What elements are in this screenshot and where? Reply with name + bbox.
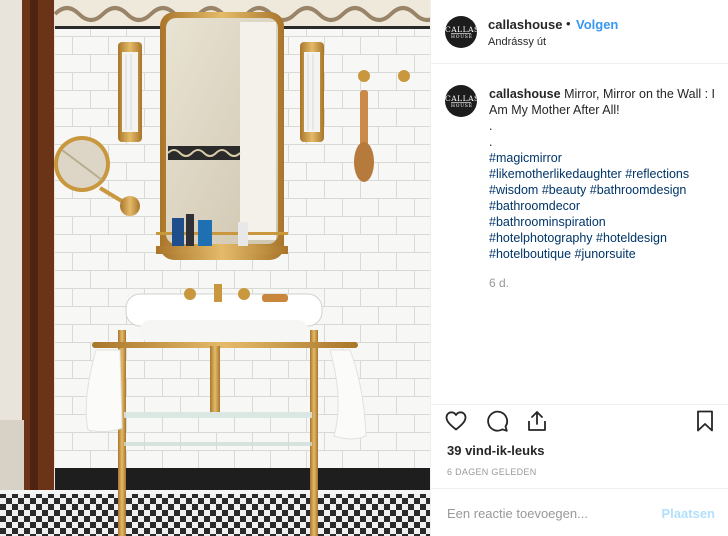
bathroom-photo [0, 0, 430, 536]
caption-timestamp[interactable]: 6 d. [489, 276, 509, 290]
hashtag-link[interactable]: #reflections [625, 167, 689, 181]
caption-dot-2: . [489, 135, 493, 149]
caption-dot-1: . [489, 119, 493, 133]
bookmark-icon[interactable] [693, 409, 717, 433]
header-separator: • [566, 16, 571, 31]
hashtag-link[interactable]: #junorsuite [575, 247, 636, 261]
post-sidebar: CALLAS HOUSE callashouse • Volgen András… [430, 0, 728, 536]
location-link[interactable]: Andrássy út [488, 36, 546, 48]
sconce-right [300, 42, 324, 142]
caption-area: CALLAS HOUSE callashouse Mirror, Mirror … [431, 64, 728, 404]
hashtag-link[interactable]: #beauty [542, 183, 586, 197]
post-comment-button[interactable]: Plaatsen [662, 506, 715, 521]
hashtag-link[interactable]: #hotelphotography [489, 231, 593, 245]
caption-username-link[interactable]: callashouse [489, 87, 561, 101]
hashtag-link[interactable]: #bathroomdesign [590, 183, 687, 197]
follow-button[interactable]: Volgen [576, 17, 618, 32]
hashtag-link[interactable]: #hotelboutique [489, 247, 571, 261]
username-link[interactable]: callashouse [488, 17, 562, 32]
caption-avatar[interactable]: CALLAS HOUSE [445, 85, 477, 117]
comment-icon[interactable] [485, 409, 509, 433]
hashtag-link[interactable]: #bathroominspiration [489, 214, 721, 230]
caption-avatar-text-line2: HOUSE [451, 102, 473, 109]
hashtag-link[interactable]: #likemotherlikedaughter [489, 167, 622, 181]
post-header: CALLAS HOUSE callashouse • Volgen András… [431, 0, 728, 64]
avatar-text-line2: HOUSE [451, 33, 473, 40]
sconce-left [118, 42, 142, 142]
comment-box: Plaatsen [431, 488, 728, 536]
heart-icon[interactable] [444, 409, 468, 433]
post-actions: 39 vind-ik-leuks 6 DAGEN GELEDEN [431, 404, 728, 484]
caption-text: callashouse Mirror, Mirror on the Wall :… [489, 86, 721, 262]
post-date: 6 DAGEN GELEDEN [447, 467, 537, 477]
hashtag-link[interactable]: #bathroomdecor [489, 198, 721, 214]
avatar[interactable]: CALLAS HOUSE [445, 16, 477, 48]
hashtag-link[interactable]: #magicmirror [489, 150, 721, 166]
post-photo[interactable] [0, 0, 430, 536]
likes-count[interactable]: 39 vind-ik-leuks [447, 443, 545, 458]
share-icon[interactable] [525, 409, 549, 433]
comment-input[interactable] [447, 501, 647, 525]
hashtag-link[interactable]: #hoteldesign [596, 231, 667, 245]
hashtag-link[interactable]: #wisdom [489, 183, 538, 197]
